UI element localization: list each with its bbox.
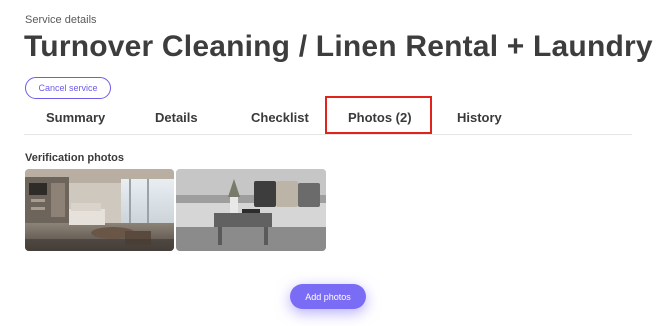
tab-details[interactable]: Details [155,110,198,125]
tab-history[interactable]: History [457,110,502,125]
living-room-photo-image [25,169,174,251]
page-title: Turnover Cleaning / Linen Rental + Laund… [24,30,653,63]
tab-summary[interactable]: Summary [46,110,105,125]
sofa-photo-image [176,169,326,251]
add-photos-button[interactable]: Add photos [290,284,366,309]
tab-photos[interactable]: Photos (2) [348,110,412,125]
verification-photos-label: Verification photos [25,152,125,164]
tab-checklist[interactable]: Checklist [251,110,309,125]
verification-photo-living-room[interactable] [25,169,174,251]
eyebrow-label: Service details [25,14,97,26]
verification-photo-sofa[interactable] [176,169,326,251]
tab-bar: Summary Details Checklist Photos (2) His… [24,96,632,135]
